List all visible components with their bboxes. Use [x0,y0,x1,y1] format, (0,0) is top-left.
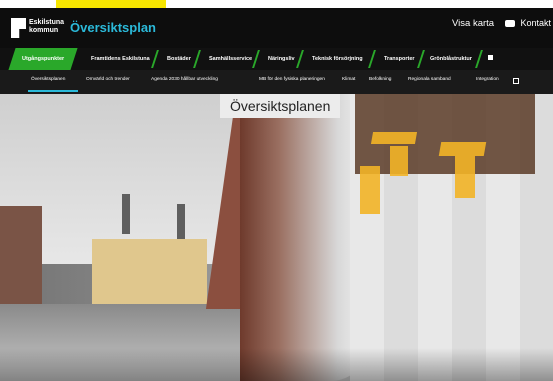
yellow-chair [438,142,487,156]
nav-divider [193,50,201,68]
kommun-logo-text[interactable]: Eskilstuna kommun [29,19,64,35]
nav-item-transporter[interactable]: Transporter [384,48,415,70]
church-spire [122,194,130,234]
nav-item-teknisk-forsorjning[interactable]: Teknisk försörjning [312,48,363,70]
yellow-chair [390,146,408,176]
logo-line-1: Eskilstuna [29,19,65,26]
nav-divider [368,50,376,68]
visa-karta-link[interactable]: Visa karta [452,18,494,29]
yellow-chair [370,132,418,144]
kommun-logo-icon[interactable] [11,18,26,38]
hero-image: Översiktsplanen [0,94,553,381]
church-spire [177,204,185,244]
kontakt-label: Kontakt [520,18,552,28]
logo-line-2: kommun [29,27,59,34]
nav-divider [296,50,304,68]
bottom-shadow [0,348,553,381]
yellow-chair [360,166,380,214]
site-title[interactable]: Översiktsplan [70,20,156,35]
menu-square-icon[interactable] [488,55,493,60]
subnav-regionala-samband[interactable]: Regionala samband [408,77,451,82]
nav-item-samhallsservice[interactable]: Samhällsservice [209,48,252,70]
nav-item-utgangspunkter[interactable]: Utgångspunkter [8,48,78,70]
secondary-nav: Översiktsplanen Omvärld och trender Agen… [0,70,553,94]
yellow-chair [455,156,475,198]
nav-divider [151,50,159,68]
nav-item-bostader[interactable]: Bostäder [167,48,191,70]
subnav-klimat[interactable]: Klimat [342,77,355,82]
nav-divider [475,50,483,68]
primary-nav: Utgångspunkter Framtidens Eskilstuna Bos… [0,48,553,70]
kontakt-link[interactable]: Kontakt [505,18,551,28]
subnav-omvarld-och-trender[interactable]: Omvärld och trender [86,77,130,82]
subnav-oversiktsplanen[interactable]: Översiktsplanen [31,77,65,82]
nav-item-naringsliv[interactable]: Näringsliv [268,48,295,70]
grid-icon[interactable] [513,78,519,84]
subnav-befolkning[interactable]: Befolkning [369,77,391,82]
subnav-agenda-2030[interactable]: Agenda 2030 hållbar utveckling [151,77,218,82]
nav-item-gronblastruktur[interactable]: Grönblåstruktur [430,48,472,70]
skip-link-tab[interactable] [56,0,166,8]
nav-divider [252,50,260,68]
subnav-mb-fysiska-planeringen[interactable]: MB för den fysiska planeringen [259,77,325,82]
subnav-integration[interactable]: Integration [476,77,499,82]
active-subnav-indicator [28,90,78,92]
nav-divider [417,50,425,68]
hero-title: Översiktsplanen [220,94,341,118]
chat-bubble-icon [505,20,515,28]
nav-item-framtidens-eskilstuna[interactable]: Framtidens Eskilstuna [91,48,150,70]
site-header: Eskilstuna kommun Översiktsplan Visa kar… [0,8,553,48]
